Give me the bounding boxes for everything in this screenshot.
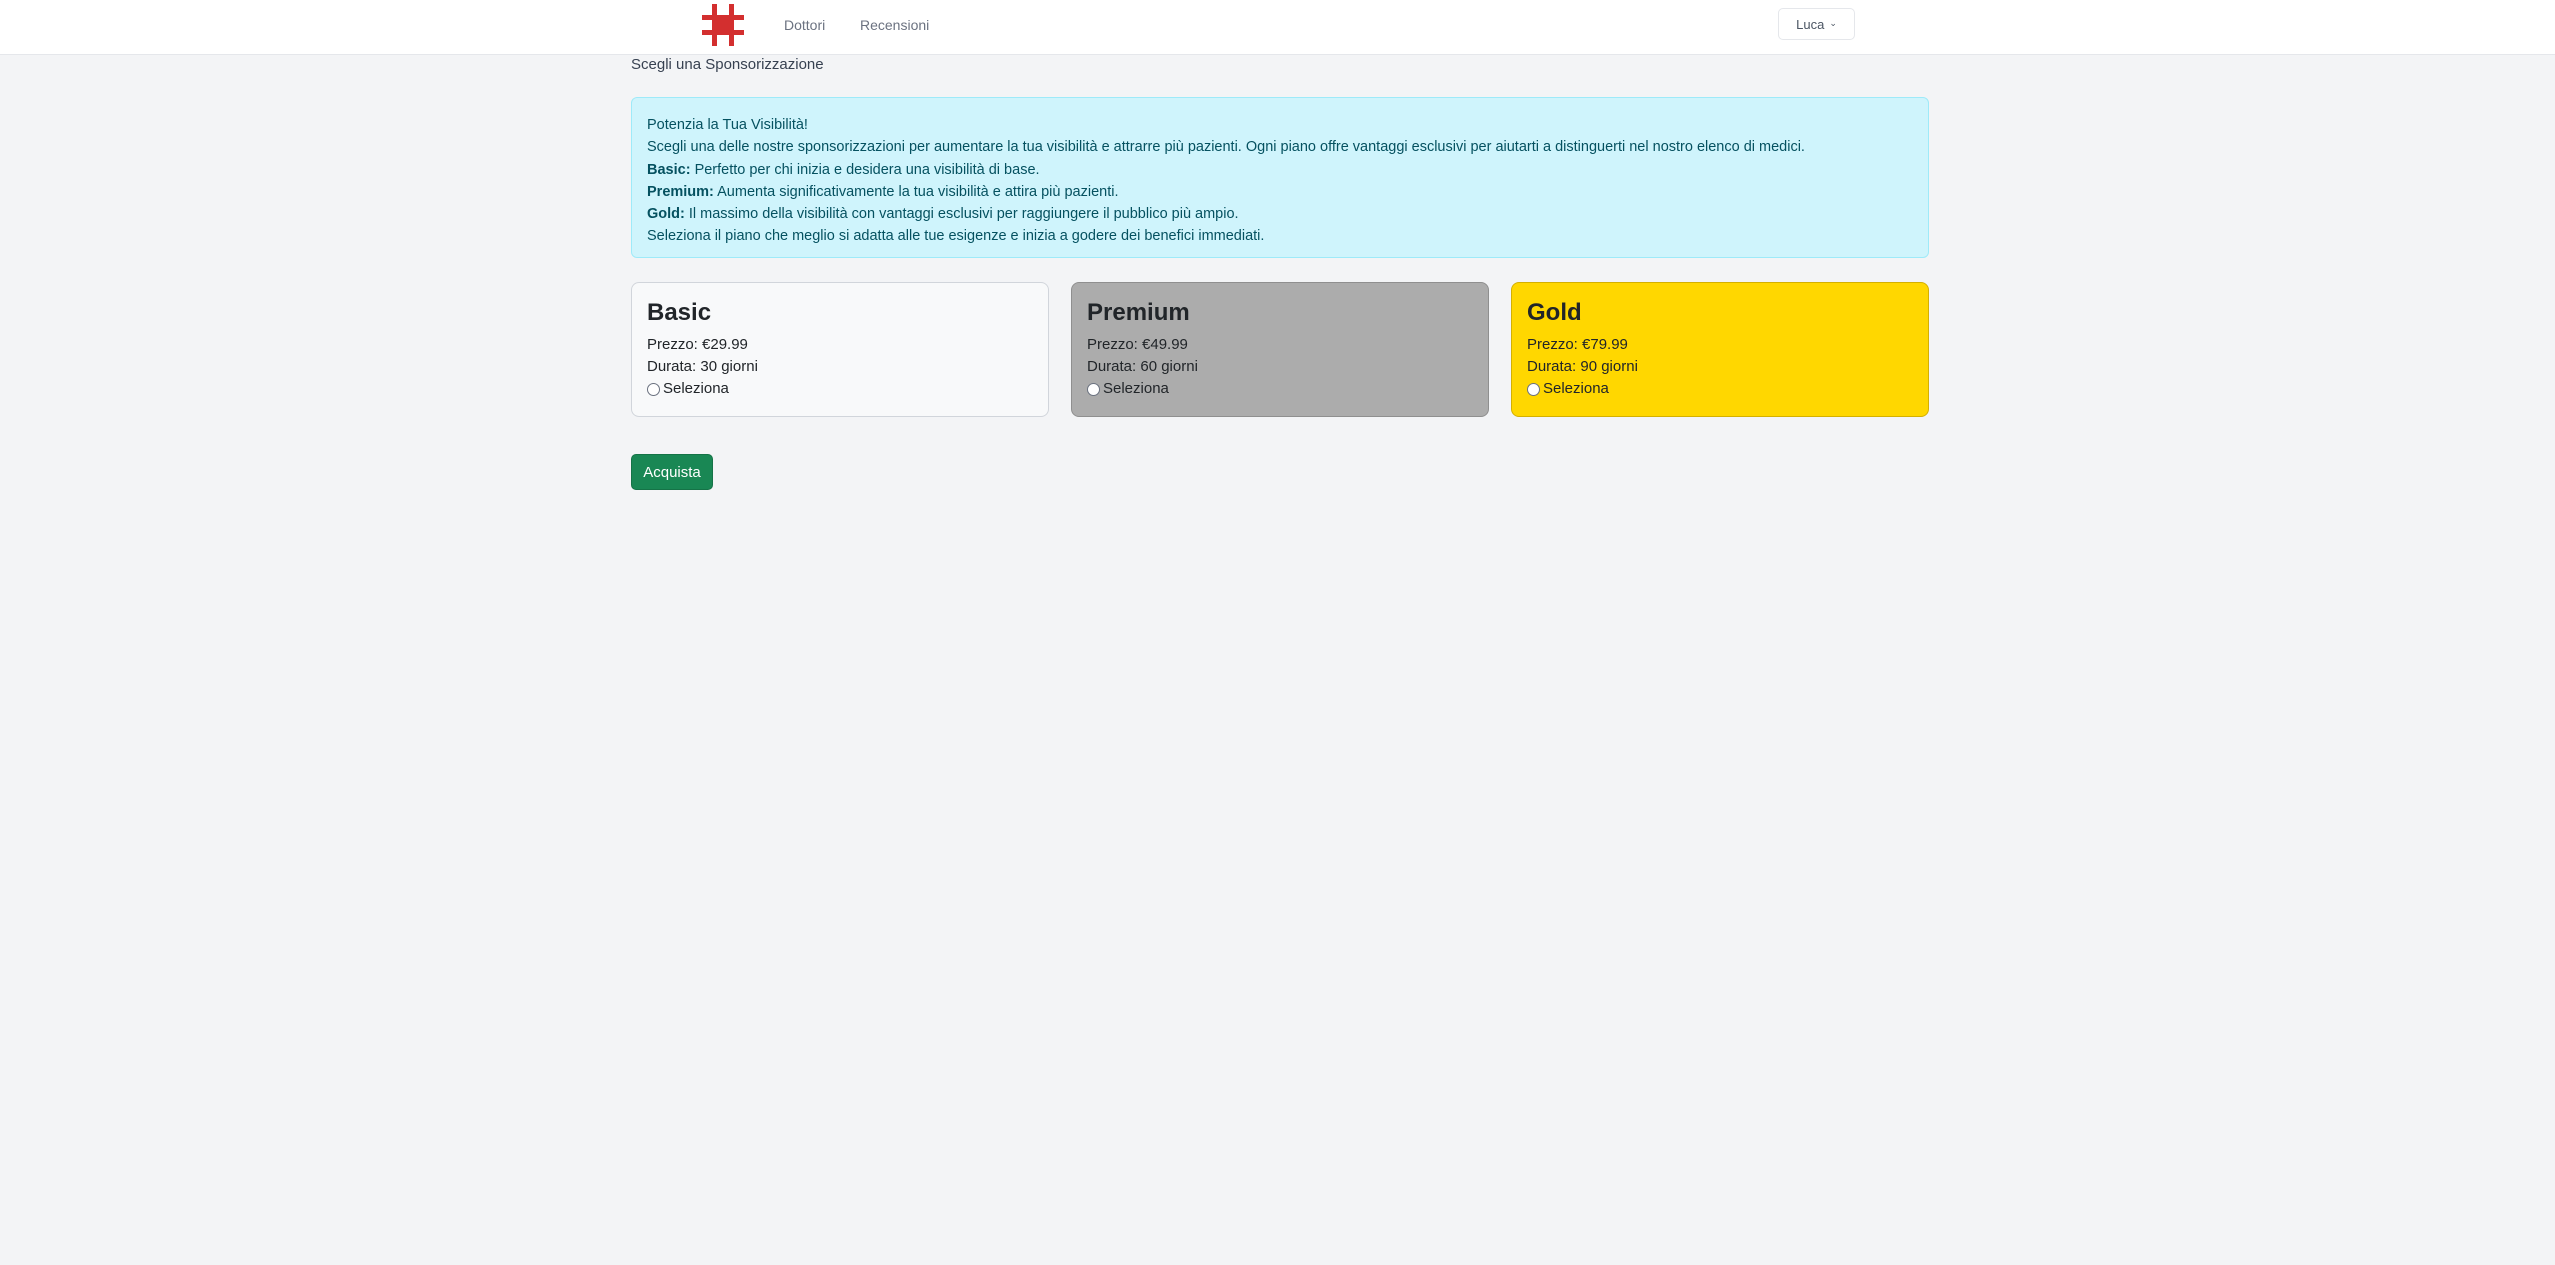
radio-button[interactable] (1527, 382, 1540, 396)
alert-item-name: Basic: (647, 161, 691, 178)
radio-button[interactable] (1087, 382, 1100, 396)
plan-duration: Durata: 30 giorni (647, 358, 758, 375)
alert-item-gold: Gold: Il massimo della visibilità con va… (647, 203, 1913, 225)
select-label: Seleziona (1103, 380, 1169, 397)
alert-item-text: Perfetto per chi inizia e desidera una v… (694, 161, 1040, 178)
top-navbar: Dottori Recensioni Luca ⌄ (0, 0, 2555, 55)
plan-select-premium[interactable]: Seleziona (1087, 378, 1473, 400)
medical-cross-icon[interactable] (702, 4, 744, 46)
plan-card-gold[interactable]: Gold Prezzo: €79.99 Durata: 90 giorni Se… (1511, 282, 1929, 417)
select-label: Seleziona (1543, 380, 1609, 397)
alert-heading: Potenzia la Tua Visibilità! (647, 117, 808, 133)
alert-intro: Scegli una delle nostre sponsorizzazioni… (647, 139, 1805, 156)
alert-item-text: Il massimo della visibilità con vantaggi… (688, 206, 1239, 223)
radio-button[interactable] (647, 382, 660, 396)
plan-price: Prezzo: €49.99 (1087, 336, 1188, 353)
plan-price: Prezzo: €29.99 (647, 336, 748, 353)
alert-item-basic: Basic: Perfetto per chi inizia e desider… (647, 159, 1913, 181)
alert-item-text: Aumenta significativamente la tua visibi… (717, 183, 1119, 200)
plan-select-gold[interactable]: Seleziona (1527, 378, 1913, 400)
alert-item-name: Gold: (647, 206, 685, 223)
user-name: Luca (1796, 16, 1825, 32)
page-title: Scegli una Sponsorizzazione (631, 56, 824, 73)
alert-closing: Seleziona il piano che meglio si adatta … (647, 228, 1265, 245)
plan-select-basic[interactable]: Seleziona (647, 378, 1033, 400)
buy-button[interactable]: Acquista (631, 454, 713, 490)
plan-name: Gold (1527, 299, 1582, 326)
nav-link-reviews[interactable]: Recensioni (860, 17, 929, 33)
plan-name: Premium (1087, 299, 1190, 326)
plan-card-basic[interactable]: Basic Prezzo: €29.99 Durata: 30 giorni S… (631, 282, 1049, 417)
user-menu-button[interactable]: Luca ⌄ (1778, 8, 1855, 40)
plan-duration: Durata: 60 giorni (1087, 358, 1198, 375)
plan-name: Basic (647, 299, 712, 326)
alert-item-name: Premium: (647, 183, 714, 200)
select-label: Seleziona (663, 380, 729, 397)
plan-price: Prezzo: €79.99 (1527, 336, 1628, 353)
info-alert: Potenzia la Tua Visibilità! Scegli una d… (631, 97, 1929, 258)
plan-card-premium[interactable]: Premium Prezzo: €49.99 Durata: 60 giorni… (1071, 282, 1489, 417)
alert-item-premium: Premium: Aumenta significativamente la t… (647, 181, 1913, 203)
plan-duration: Durata: 90 giorni (1527, 358, 1638, 375)
chevron-down-icon: ⌄ (1829, 17, 1837, 28)
nav-link-doctors[interactable]: Dottori (784, 17, 825, 33)
